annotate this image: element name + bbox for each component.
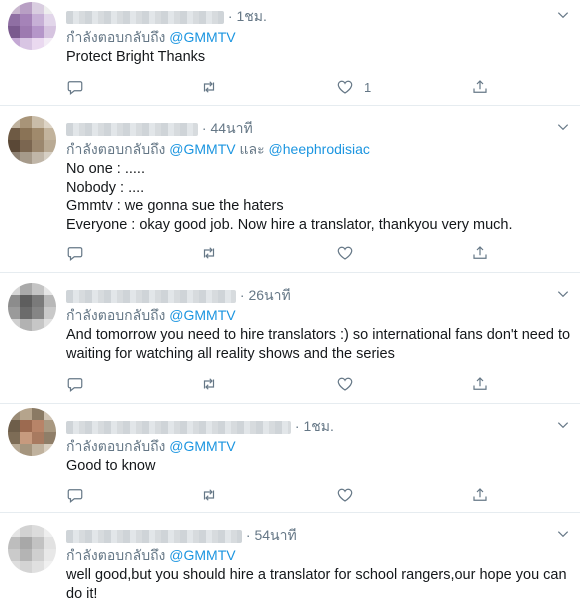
reply-button[interactable] bbox=[66, 374, 84, 394]
reply-context: กำลังตอบกลับถึง @GMMTV bbox=[66, 438, 236, 454]
reply-context: กำลังตอบกลับถึง @GMMTV bbox=[66, 29, 236, 45]
retweet-button[interactable] bbox=[200, 243, 218, 263]
avatar[interactable] bbox=[8, 116, 56, 164]
share-button[interactable] bbox=[471, 374, 489, 394]
reply-icon bbox=[67, 378, 83, 392]
tweet-time[interactable]: 54นาที bbox=[254, 527, 296, 543]
tweet[interactable]: · 44นาที กำลังตอบกลับถึง @GMMTV และ @hee… bbox=[0, 106, 580, 273]
reply-context: กำลังตอบกลับถึง @GMMTV bbox=[66, 307, 236, 323]
share-icon bbox=[473, 377, 487, 390]
tweet-time[interactable]: 26นาที bbox=[248, 287, 290, 303]
mention-link[interactable]: @GMMTV bbox=[169, 141, 235, 157]
tweet-time[interactable]: 1ชม. bbox=[303, 418, 333, 434]
avatar[interactable] bbox=[8, 2, 56, 50]
reply-button[interactable] bbox=[66, 243, 84, 263]
tweet-actions bbox=[62, 374, 502, 394]
tweet-text: And tomorrow you need to hire translator… bbox=[66, 327, 575, 362]
reply-button[interactable] bbox=[66, 485, 84, 505]
share-icon bbox=[473, 488, 487, 501]
chevron-down-icon[interactable] bbox=[556, 120, 570, 134]
chevron-down-icon[interactable] bbox=[556, 527, 570, 541]
avatar[interactable] bbox=[8, 283, 56, 331]
reply-button[interactable] bbox=[66, 77, 84, 97]
chevron-down-icon[interactable] bbox=[556, 287, 570, 301]
reply-icon bbox=[67, 247, 83, 261]
like-button[interactable] bbox=[336, 374, 364, 394]
tweet-header: · 54นาที bbox=[66, 525, 297, 543]
mention-link[interactable]: @GMMTV bbox=[169, 438, 235, 454]
tweet-header: · 1ชม. bbox=[66, 416, 334, 434]
share-icon bbox=[473, 246, 487, 259]
heart-icon bbox=[337, 377, 353, 391]
blurred-username[interactable] bbox=[66, 289, 236, 303]
like-count: 1 bbox=[364, 79, 372, 95]
tweet[interactable]: · 1ชม. กำลังตอบกลับถึง @GMMTV Good to kn… bbox=[0, 404, 580, 513]
heart-icon bbox=[337, 488, 353, 502]
tweet-header: · 26นาที bbox=[66, 285, 291, 303]
like-button[interactable] bbox=[336, 243, 364, 263]
avatar[interactable] bbox=[8, 525, 56, 573]
like-button[interactable]: 1 bbox=[336, 77, 371, 97]
share-button[interactable] bbox=[471, 243, 489, 263]
tweet-actions bbox=[62, 243, 502, 263]
retweet-icon bbox=[203, 378, 215, 390]
share-icon bbox=[473, 80, 487, 93]
reply-context: กำลังตอบกลับถึง @GMMTV bbox=[66, 547, 236, 563]
retweet-button[interactable] bbox=[200, 77, 218, 97]
mention-link[interactable]: @heephrodisiac bbox=[269, 141, 370, 157]
chevron-down-icon[interactable] bbox=[556, 8, 570, 22]
tweet-time[interactable]: 44นาที bbox=[210, 120, 252, 136]
retweet-icon bbox=[203, 81, 215, 93]
tweet-text: Protect Bright Thanks bbox=[66, 49, 206, 65]
tweet-header: · 1ชม. bbox=[66, 6, 267, 24]
tweet[interactable]: · 26นาที กำลังตอบกลับถึง @GMMTV And tomo… bbox=[0, 273, 580, 404]
tweet[interactable]: · 54นาที กำลังตอบกลับถึง @GMMTV well goo… bbox=[0, 513, 580, 602]
tweet-actions bbox=[62, 485, 502, 505]
mention-link[interactable]: @GMMTV bbox=[169, 547, 235, 563]
reply-context: กำลังตอบกลับถึง @GMMTV และ @heephrodisia… bbox=[66, 141, 370, 157]
reply-icon bbox=[67, 489, 83, 503]
share-button[interactable] bbox=[471, 77, 489, 97]
retweet-icon bbox=[203, 489, 215, 501]
chevron-down-icon[interactable] bbox=[556, 418, 570, 432]
heart-icon bbox=[337, 246, 353, 260]
tweet-actions: 1 bbox=[62, 77, 502, 97]
tweet-text: well good,but you should hire a translat… bbox=[66, 567, 571, 602]
retweet-button[interactable] bbox=[200, 374, 218, 394]
like-button[interactable] bbox=[336, 485, 364, 505]
tweet[interactable]: · 1ชม. กำลังตอบกลับถึง @GMMTV Protect Br… bbox=[0, 0, 580, 106]
tweet-header: · 44นาที bbox=[66, 118, 253, 136]
retweet-button[interactable] bbox=[200, 485, 218, 505]
avatar[interactable] bbox=[8, 408, 56, 456]
blurred-username[interactable] bbox=[66, 10, 224, 24]
reply-icon bbox=[67, 81, 83, 95]
share-button[interactable] bbox=[471, 485, 489, 505]
retweet-icon bbox=[203, 247, 215, 259]
blurred-username[interactable] bbox=[66, 420, 291, 434]
heart-icon bbox=[337, 80, 353, 94]
tweet-text: Good to know bbox=[66, 458, 156, 474]
mention-link[interactable]: @GMMTV bbox=[169, 29, 235, 45]
blurred-username[interactable] bbox=[66, 529, 242, 543]
blurred-username[interactable] bbox=[66, 122, 198, 136]
tweet-text: No one : ..... Nobody : .... Gmmtv : we … bbox=[66, 161, 513, 233]
tweet-time[interactable]: 1ชม. bbox=[236, 8, 266, 24]
mention-link[interactable]: @GMMTV bbox=[169, 307, 235, 323]
